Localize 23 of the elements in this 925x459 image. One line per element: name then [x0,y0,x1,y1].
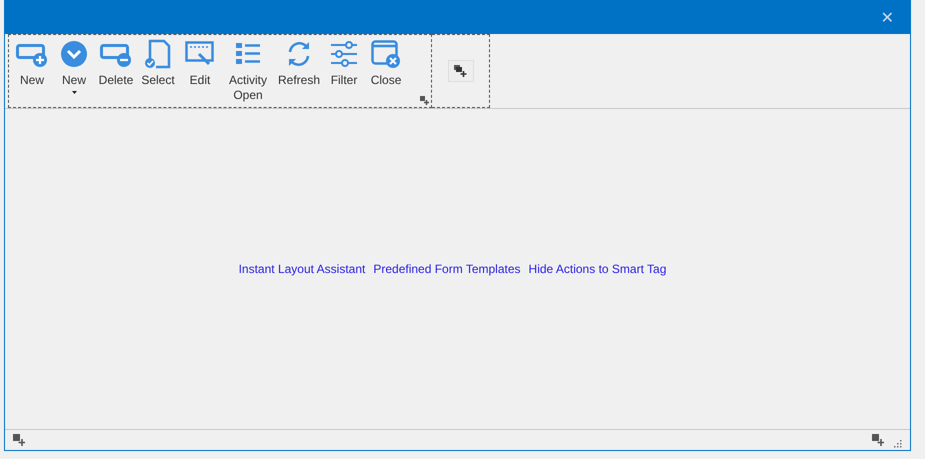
toolbar-button[interactable]: Activity Open [221,39,275,103]
toolbar-button[interactable]: Close [365,39,408,88]
toolbar-button[interactable]: Filter [323,39,366,88]
chevron-circle-icon [60,39,88,69]
add-item-icon[interactable] [420,96,429,105]
add-item-icon [454,65,467,77]
resize-grip-icon[interactable] [894,440,902,448]
link[interactable]: Hide Actions to Smart Tag [528,262,666,276]
toolbar-button[interactable]: Edit [179,39,221,88]
toolbar-button[interactable]: New [11,39,53,88]
add-group-button[interactable] [448,60,474,82]
toolbar-button[interactable]: New [53,39,95,94]
toolbar-button[interactable]: Refresh [275,39,324,88]
document-check-icon [144,39,172,69]
link[interactable]: Instant Layout Assistant [238,262,366,276]
close-window-icon [371,39,402,69]
toolbar-button[interactable]: Delete [95,39,137,88]
caret-icon [72,91,76,94]
add-item-icon[interactable] [13,434,25,446]
add-item-icon[interactable] [872,434,884,446]
toolbar-button[interactable]: Select [137,39,179,88]
link[interactable]: Predefined Form Templates [373,262,521,276]
sliders-icon [330,39,358,69]
